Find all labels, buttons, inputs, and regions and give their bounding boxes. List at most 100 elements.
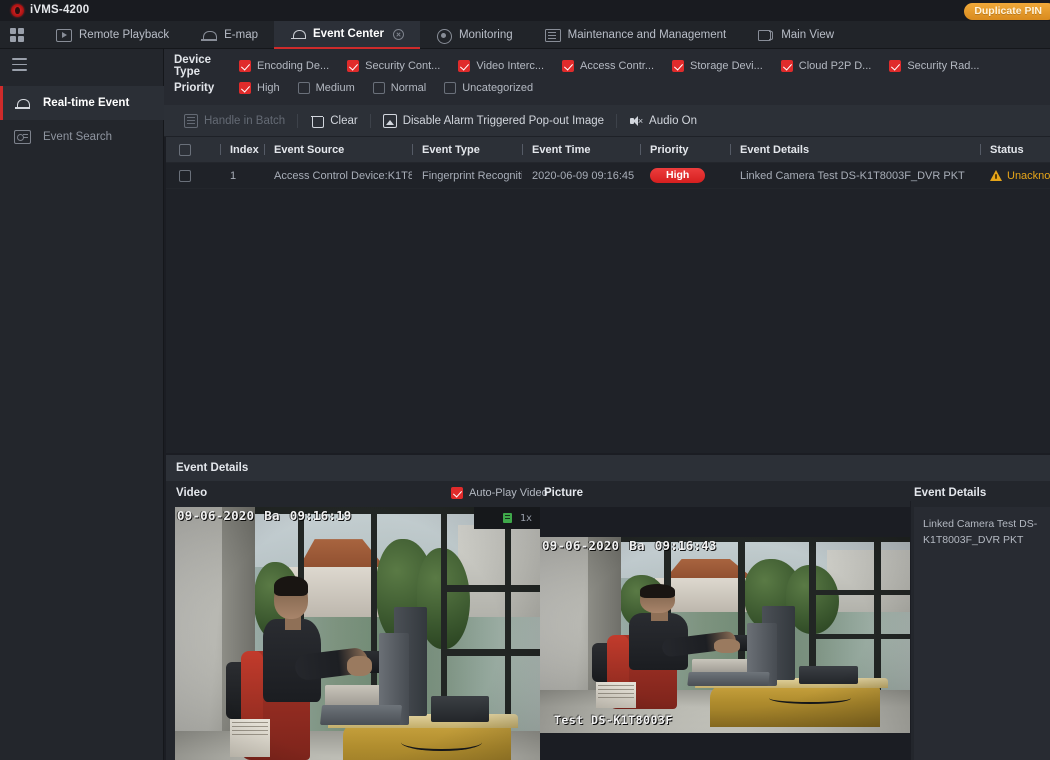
nav-item-emap[interactable]: E-map (185, 21, 274, 49)
column-header-event-source[interactable]: Event Source (264, 144, 412, 156)
cell-index: 1 (204, 170, 264, 182)
filter-priority-high[interactable]: High (239, 82, 280, 94)
checkbox-icon[interactable] (458, 60, 471, 72)
cctv-picture-frame: 09-06-2020 Ba 09:16:43 Test DS-K1T8003F (540, 537, 910, 733)
filter-security-control[interactable]: Security Cont... (347, 60, 440, 72)
playback-speed-indicator[interactable]: 1x (474, 507, 540, 529)
checkbox-icon[interactable] (239, 82, 251, 94)
sidebar-item-real-time-event[interactable]: Real-time Event (0, 86, 164, 120)
osd-time: 09:16:43 (654, 538, 717, 553)
button-label: Disable Alarm Triggered Pop-out Image (402, 114, 605, 127)
trash-icon (310, 114, 325, 128)
nav-item-monitoring[interactable]: Monitoring (420, 21, 529, 49)
checkbox-icon[interactable] (780, 60, 793, 72)
sidebar: Real-time Event Event Search (0, 49, 164, 760)
column-label: Status (990, 143, 1024, 156)
handle-in-batch-button[interactable]: Handle in Batch (172, 105, 297, 137)
record-dot-icon (11, 4, 24, 17)
filter-storage-device[interactable]: Storage Devi... (672, 60, 763, 72)
filter-encoding-device[interactable]: Encoding De... (239, 60, 329, 72)
table-row[interactable]: 1 Access Control Device:K1T80... Fingerp… (166, 163, 1050, 189)
filter-label: Security Cont... (365, 60, 441, 72)
column-divider (412, 144, 413, 155)
column-label: Event Type (422, 143, 480, 156)
checkbox-icon[interactable] (347, 60, 360, 72)
column-header-priority[interactable]: Priority (640, 144, 730, 156)
filter-cloud-p2p-device[interactable]: Cloud P2P D... (780, 60, 871, 72)
column-header-index[interactable]: Index (204, 144, 264, 156)
checkbox-icon[interactable] (562, 60, 575, 72)
nav-label: Main View (781, 29, 835, 41)
cell-value: Access Control Device:K1T80... (274, 169, 412, 182)
filter-security-radar[interactable]: Security Rad... (889, 60, 979, 72)
cell-event-time: 2020-06-09 09:16:45 (522, 170, 640, 182)
nav-label: Maintenance and Management (567, 29, 727, 41)
sidebar-item-label: Real-time Event (43, 97, 130, 109)
maintenance-doc-icon (544, 28, 561, 42)
checkbox-icon[interactable] (239, 60, 251, 72)
column-divider (730, 144, 731, 155)
filter-access-control[interactable]: Access Contr... (562, 60, 654, 72)
column-divider (220, 144, 221, 155)
grid-menu-icon[interactable] (10, 28, 25, 43)
column-header-event-time[interactable]: Event Time (522, 144, 640, 156)
auto-play-video-toggle[interactable]: Auto-Play Video (451, 486, 548, 499)
column-header-event-details[interactable]: Event Details (730, 144, 980, 156)
filter-label: Medium (315, 82, 355, 94)
filter-priority-uncategorized[interactable]: Uncategorized (444, 82, 533, 94)
video-player[interactable]: 09-06-2020 Ba 09:16:19 1x Test DS-K1T800… (175, 507, 540, 760)
navigation-bar: Remote Playback E-map Event Center Monit… (0, 21, 1050, 49)
checkbox-icon[interactable] (889, 60, 902, 72)
filter-label: High (257, 82, 280, 94)
checkbox-icon[interactable] (672, 60, 685, 72)
cctv-video-frame (175, 507, 540, 760)
checkbox-icon[interactable] (451, 486, 463, 499)
hamburger-icon[interactable] (12, 58, 29, 73)
close-icon[interactable] (392, 28, 404, 40)
event-details-column-label: Event Details (914, 486, 987, 499)
checkbox-icon[interactable] (297, 82, 310, 94)
nav-item-remote-playback[interactable]: Remote Playback (40, 21, 185, 49)
device-type-label: Device Type (174, 54, 212, 78)
audio-icon: × (629, 114, 643, 128)
nav-label: Monitoring (458, 29, 513, 41)
column-header-event-type[interactable]: Event Type (412, 144, 522, 156)
row-checkbox[interactable] (179, 169, 191, 182)
cell-priority: High (640, 167, 730, 184)
details-subheader: Video Auto-Play Video Picture Event Deta… (166, 481, 1050, 504)
checkbox-icon[interactable] (372, 82, 385, 94)
filter-video-intercom[interactable]: Video Interc... (458, 60, 544, 72)
cell-value: 2020-06-09 09:16:45 (532, 169, 635, 182)
column-header-status[interactable]: Status (980, 144, 1050, 156)
clear-button[interactable]: Clear (298, 105, 369, 137)
nav-item-event-center[interactable]: Event Center (274, 21, 420, 49)
nav-item-main-view[interactable]: Main View (742, 21, 850, 49)
filter-label: Access Contr... (580, 60, 655, 72)
priority-badge: High (650, 167, 706, 184)
filter-label: Video Interc... (476, 60, 545, 72)
duplicate-pin-badge[interactable]: Duplicate PIN (964, 3, 1050, 20)
select-all-checkbox[interactable] (179, 143, 191, 156)
sidebar-item-event-search[interactable]: Event Search (0, 120, 164, 154)
picture-viewer[interactable]: 09-06-2020 Ba 09:16:43 Test DS-K1T8003F (540, 507, 910, 760)
disable-alarm-popout-button[interactable]: Disable Alarm Triggered Pop-out Image (371, 105, 616, 137)
audio-on-button[interactable]: × Audio On (617, 105, 709, 137)
video-green-icon (502, 513, 512, 523)
main-content: Device Type Encoding De... Security Cont… (164, 49, 1050, 760)
cell-status: Unackno (980, 170, 1050, 182)
column-divider (980, 144, 981, 155)
nav-items: Remote Playback E-map Event Center Monit… (40, 21, 850, 49)
filter-priority-normal[interactable]: Normal (372, 82, 426, 94)
osd-date: 09-06-2020 (177, 508, 255, 523)
emap-icon (201, 29, 218, 42)
filter-label: Encoding De... (257, 60, 330, 72)
filter-priority-medium[interactable]: Medium (297, 82, 355, 94)
nav-item-maintenance[interactable]: Maintenance and Management (529, 21, 743, 49)
event-details-title: Event Details (166, 455, 1050, 481)
cell-event-type: Fingerprint Recogniti... (412, 170, 522, 182)
device-type-filter-row: Device Type Encoding De... Security Cont… (164, 54, 997, 78)
osd-channel: Ba (629, 538, 645, 553)
checkbox-icon[interactable] (444, 82, 457, 94)
